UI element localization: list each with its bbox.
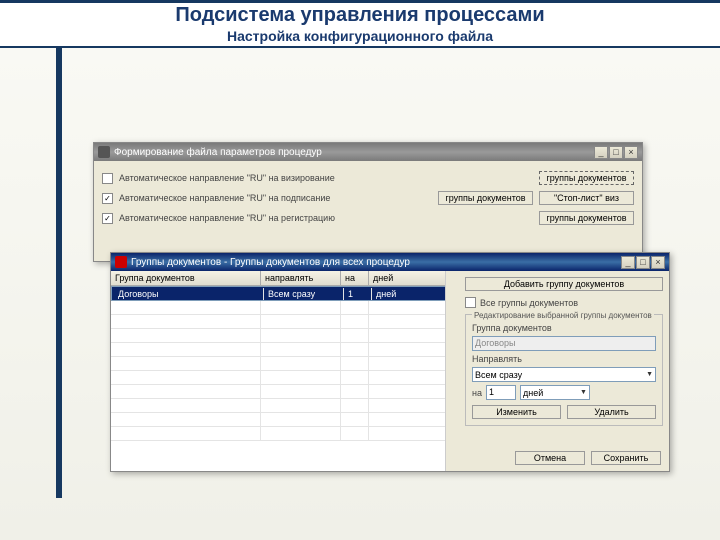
cell-send: Всем сразу: [264, 288, 344, 300]
groups-button[interactable]: группы документов: [539, 171, 634, 185]
param-row: ✓ Автоматическое направление "RU" на под…: [102, 191, 634, 205]
table-row[interactable]: [111, 371, 458, 385]
groups-button[interactable]: группы документов: [539, 211, 634, 225]
edit-button[interactable]: Изменить: [472, 405, 561, 419]
table-row[interactable]: [111, 301, 458, 315]
days-input[interactable]: 1: [486, 385, 516, 400]
checkbox-all-groups[interactable]: [465, 297, 476, 308]
cell-group: Договоры: [114, 288, 264, 300]
close-button[interactable]: ×: [651, 256, 665, 269]
close-button[interactable]: ×: [624, 146, 638, 159]
groups-button[interactable]: группы документов: [438, 191, 533, 205]
side-panel: Добавить группу документов Все группы до…: [459, 271, 669, 471]
table-row[interactable]: [111, 427, 458, 441]
on-label: на: [472, 388, 482, 398]
table-row[interactable]: [111, 413, 458, 427]
maximize-button[interactable]: □: [609, 146, 623, 159]
delete-button[interactable]: Удалить: [567, 405, 656, 419]
window-groups: Группы документов - Группы документов дл…: [110, 252, 670, 472]
checkbox-sign[interactable]: ✓: [102, 193, 113, 204]
send-label: Направлять: [472, 354, 656, 364]
slide-subtitle: Настройка конфигурационного файла: [0, 28, 720, 46]
window-params: Формирование файла параметров процедур _…: [93, 142, 643, 262]
window-title: Группы документов - Группы документов дл…: [131, 257, 621, 268]
chevron-down-icon: ▼: [580, 389, 587, 396]
chevron-down-icon: ▼: [646, 371, 653, 378]
table-row[interactable]: [111, 385, 458, 399]
vertical-scrollbar[interactable]: [445, 271, 459, 471]
table-row[interactable]: [111, 399, 458, 413]
unit-select[interactable]: дней ▼: [520, 385, 590, 400]
edit-fieldset: Редактирование выбранной группы документ…: [465, 314, 663, 426]
cell-on: 1: [344, 288, 372, 300]
table-row[interactable]: [111, 357, 458, 371]
send-select[interactable]: Всем сразу ▼: [472, 367, 656, 382]
send-value: Всем сразу: [475, 370, 522, 380]
slide-title: Подсистема управления процессами: [0, 3, 720, 28]
slide-header: Подсистема управления процессами Настрой…: [0, 0, 720, 48]
param-row: ✓ Автоматическое направление "RU" на рег…: [102, 211, 634, 225]
unit-value: дней: [523, 388, 543, 398]
cancel-button[interactable]: Отмена: [515, 451, 585, 465]
param-row: Автоматическое направление "RU" на визир…: [102, 171, 634, 185]
table-row[interactable]: Договоры Всем сразу 1 дней: [111, 286, 458, 301]
table-row[interactable]: [111, 343, 458, 357]
stoplist-button[interactable]: "Стоп-лист" виз: [539, 191, 634, 205]
col-group[interactable]: Группа документов: [111, 271, 261, 285]
data-grid[interactable]: Группа документов направлять на дней Дог…: [111, 271, 459, 471]
checkbox-visa[interactable]: [102, 173, 113, 184]
grid-header: Группа документов направлять на дней: [111, 271, 458, 286]
slide-stripe: [56, 48, 62, 498]
checkbox-register[interactable]: ✓: [102, 213, 113, 224]
app-icon: [98, 146, 110, 158]
table-row[interactable]: [111, 315, 458, 329]
maximize-button[interactable]: □: [636, 256, 650, 269]
table-row[interactable]: [111, 329, 458, 343]
save-button[interactable]: Сохранить: [591, 451, 661, 465]
titlebar-params[interactable]: Формирование файла параметров процедур _…: [94, 143, 642, 161]
minimize-button[interactable]: _: [621, 256, 635, 269]
param-label: Автоматическое направление "RU" на подпи…: [119, 193, 432, 203]
add-group-button[interactable]: Добавить группу документов: [465, 277, 663, 291]
group-input[interactable]: Договоры: [472, 336, 656, 351]
cell-days: дней: [372, 288, 455, 300]
fieldset-legend: Редактирование выбранной группы документ…: [472, 311, 654, 320]
param-label: Автоматическое направление "RU" на регис…: [119, 213, 533, 223]
window-title: Формирование файла параметров процедур: [114, 147, 594, 158]
param-label: Автоматическое направление "RU" на визир…: [119, 173, 533, 183]
col-on[interactable]: на: [341, 271, 369, 285]
all-groups-label: Все группы документов: [480, 298, 578, 308]
titlebar-groups[interactable]: Группы документов - Группы документов дл…: [111, 253, 669, 271]
group-label: Группа документов: [472, 323, 656, 333]
col-send[interactable]: направлять: [261, 271, 341, 285]
minimize-button[interactable]: _: [594, 146, 608, 159]
app-icon: [115, 256, 127, 268]
